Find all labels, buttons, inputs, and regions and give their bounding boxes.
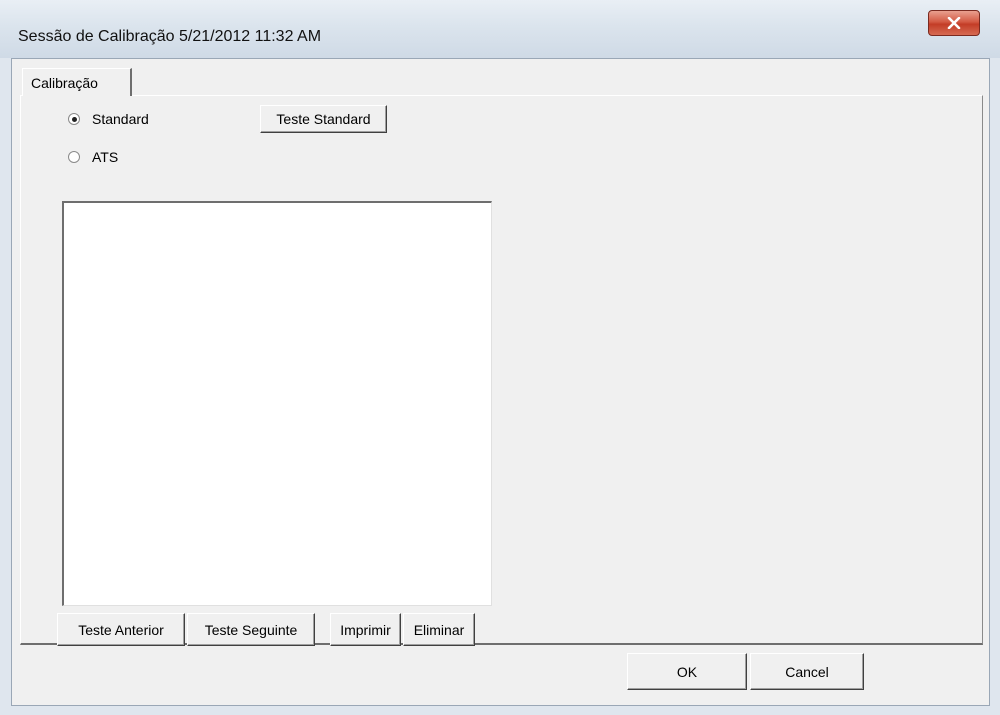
test-results-list[interactable]: [62, 201, 492, 606]
dialog-window: Sessão de Calibração 5/21/2012 11:32 AM …: [0, 0, 1000, 715]
radio-standard[interactable]: Standard: [68, 111, 149, 127]
close-icon: [947, 17, 961, 29]
cancel-button[interactable]: Cancel: [750, 653, 864, 690]
close-button[interactable]: [928, 10, 980, 36]
delete-button[interactable]: Eliminar: [403, 613, 475, 646]
radio-ats[interactable]: ATS: [68, 149, 118, 165]
previous-test-button[interactable]: Teste Anterior: [57, 613, 185, 646]
next-test-button[interactable]: Teste Seguinte: [187, 613, 315, 646]
tab-calibracao-label: Calibração: [31, 75, 98, 91]
window-title: Sessão de Calibração 5/21/2012 11:32 AM: [18, 28, 322, 45]
radio-standard-indicator[interactable]: [68, 113, 80, 125]
radio-ats-label: ATS: [92, 149, 119, 165]
print-button[interactable]: Imprimir: [330, 613, 401, 646]
tab-calibracao[interactable]: Calibração: [22, 68, 132, 96]
test-standard-button[interactable]: Teste Standard: [260, 105, 387, 133]
radio-standard-label: Standard: [92, 111, 149, 127]
ok-button[interactable]: OK: [627, 653, 747, 690]
title-bar[interactable]: Sessão de Calibração 5/21/2012 11:32 AM: [0, 0, 1000, 58]
radio-ats-indicator[interactable]: [68, 151, 80, 163]
dialog-client-area: Calibração Standard ATS Teste Standard T…: [11, 58, 990, 706]
